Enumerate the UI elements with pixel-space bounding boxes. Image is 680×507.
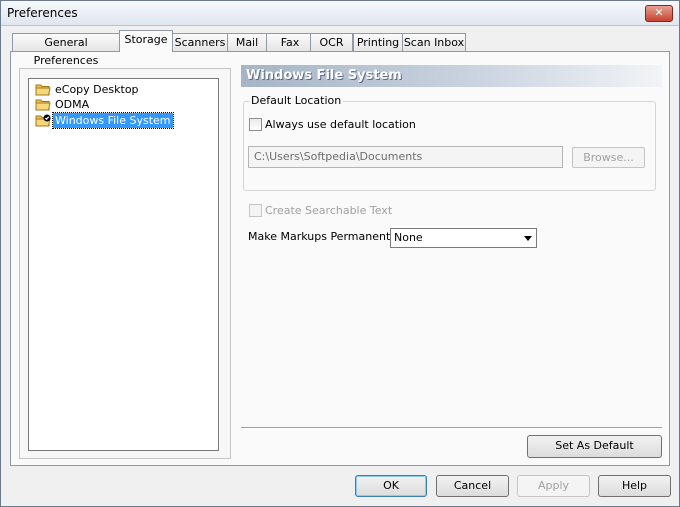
tree-item-label: Windows File System xyxy=(52,112,174,129)
close-button[interactable]: ✕ xyxy=(645,5,673,22)
folder-icon xyxy=(35,99,51,111)
tab-scan-inbox[interactable]: Scan Inbox xyxy=(402,33,466,51)
create-searchable-text-checkbox[interactable] xyxy=(249,204,262,217)
cancel-button[interactable]: Cancel xyxy=(436,475,509,497)
help-button[interactable]: Help xyxy=(598,475,671,497)
set-as-default-button[interactable]: Set As Default xyxy=(527,435,662,458)
tab-ocr[interactable]: OCR xyxy=(310,33,353,51)
tree-item-label: eCopy Desktop xyxy=(55,83,139,96)
tab-storage[interactable]: Storage xyxy=(119,30,173,52)
tree-item-label: ODMA xyxy=(55,98,90,111)
close-icon: ✕ xyxy=(654,6,664,19)
folder-icon xyxy=(35,84,51,96)
create-searchable-text-label: Create Searchable Text xyxy=(265,204,393,217)
folder-check-icon xyxy=(35,114,51,127)
default-location-label: Default Location xyxy=(249,94,344,107)
markups-permanent-label: Make Markups Permanent: xyxy=(248,230,394,243)
tab-printing[interactable]: Printing xyxy=(353,33,403,51)
window-title: Preferences xyxy=(7,6,78,20)
browse-button[interactable]: Browse... xyxy=(572,147,645,168)
markups-permanent-value: None xyxy=(394,231,423,244)
markups-permanent-select[interactable]: None xyxy=(390,228,537,248)
always-use-default-checkbox[interactable] xyxy=(249,118,262,131)
chevron-down-icon xyxy=(524,236,532,241)
panel-separator xyxy=(241,427,662,429)
default-location-path-field[interactable]: C:\Users\Softpedia\Documents xyxy=(248,146,563,168)
apply-button[interactable]: Apply xyxy=(517,475,590,497)
storage-tree[interactable]: eCopy Desktop ODMA Windows File System xyxy=(28,78,219,451)
always-use-default-label[interactable]: Always use default location xyxy=(265,118,416,131)
tab-fax[interactable]: Fax xyxy=(266,33,314,51)
preferences-window: Preferences ✕ General Preferences Storag… xyxy=(0,0,680,507)
tab-mail[interactable]: Mail xyxy=(227,33,267,51)
panel-header: Windows File System xyxy=(241,65,662,87)
title-bar: Preferences ✕ xyxy=(1,1,679,26)
tab-scanners[interactable]: Scanners xyxy=(172,33,228,51)
tab-general-preferences[interactable]: General Preferences xyxy=(12,33,120,67)
ok-button[interactable]: OK xyxy=(355,475,427,497)
panel-header-title: Windows File System xyxy=(246,68,402,83)
